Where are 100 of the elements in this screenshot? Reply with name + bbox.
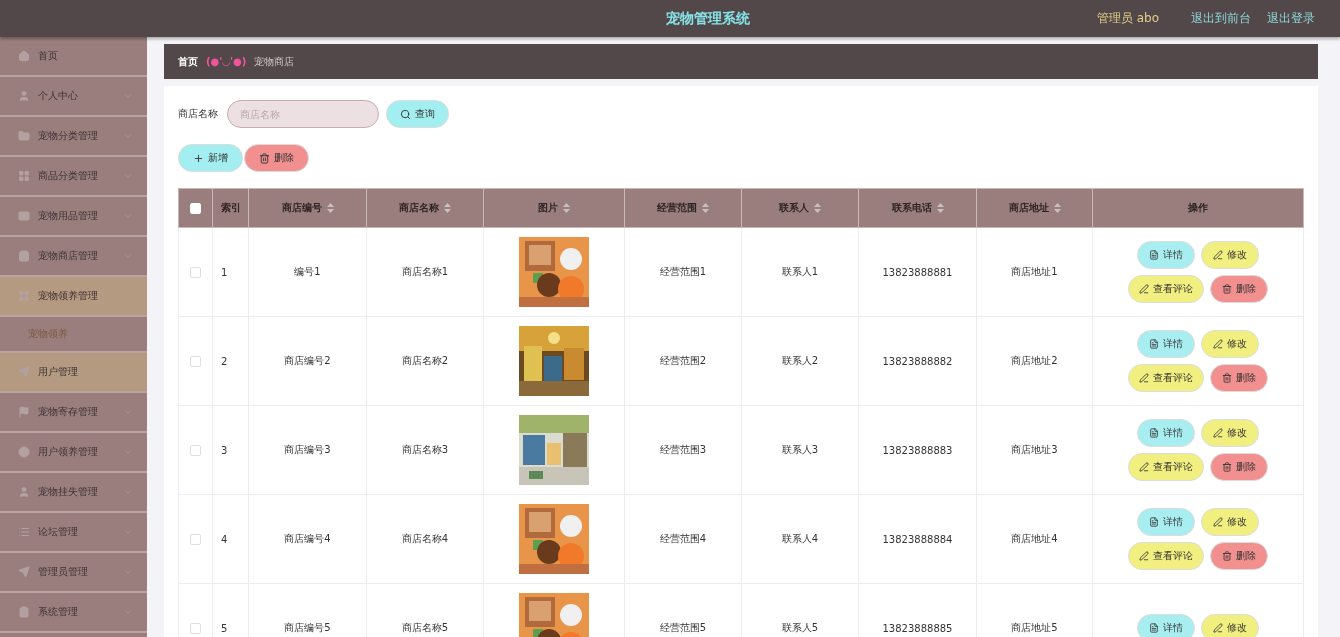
action-button[interactable]: 修改 [1201,241,1259,269]
user-label: 管理员 abo [1096,10,1159,27]
table-cell: 经营范围2 [624,316,742,406]
document-icon [1149,517,1159,527]
search-icon [400,108,411,120]
sort-icon[interactable] [563,203,570,213]
table-cell: 13823888884 [858,494,977,584]
action-button[interactable]: 查看评论 [1128,364,1204,392]
app-title: 宠物管理系统 [665,9,752,28]
pen-icon [1139,373,1149,383]
column-header[interactable]: 联系电话 [858,188,977,228]
trash-icon [1222,284,1232,294]
sort-icon[interactable] [326,203,334,213]
action-button[interactable]: 查看评论 [1128,453,1204,481]
action-button[interactable]: 详情 [1137,508,1195,536]
pen-icon [1213,339,1223,349]
table-cell: 联系人1 [741,227,859,317]
action-button[interactable]: 修改 [1201,508,1259,536]
pen-icon [1139,284,1149,294]
action-button[interactable]: 删除 [1210,453,1268,481]
action-button[interactable]: 详情 [1137,330,1195,358]
table-cell: 商店编号4 [248,494,367,584]
table-cell: 商店名称4 [366,494,484,584]
breadcrumb-link[interactable]: 首页 [178,54,198,69]
add-button[interactable]: 新增 [178,144,243,172]
checkbox[interactable] [190,622,201,634]
pen-icon [1213,517,1223,527]
table-cell: 编号1 [248,227,367,317]
table-cell: 商店名称3 [366,405,484,495]
header-link[interactable]: 退出登录 [1267,10,1315,27]
checkbox[interactable] [190,266,201,278]
trash-icon [1222,462,1232,472]
pen-icon [1213,250,1223,260]
checkbox[interactable] [190,533,201,545]
table-cell: 商店地址2 [976,316,1093,406]
search-button[interactable]: 查询 [386,100,449,128]
pen-icon [1213,623,1223,633]
pen-icon [1139,551,1149,561]
action-button[interactable]: 删除 [1210,275,1268,303]
column-header[interactable]: 商店名称 [366,188,484,228]
user-icon [18,90,30,102]
table-cell: 经营范围4 [624,494,742,584]
column-header[interactable]: 商店地址 [976,188,1093,228]
sort-icon[interactable] [444,203,451,213]
table-cell: 联系人3 [741,405,859,495]
action-button[interactable]: 详情 [1137,614,1195,637]
table-cell: 经营范围3 [624,405,742,495]
table-cell: 4 [212,494,249,584]
header-link[interactable]: 退出到前台 [1191,10,1251,27]
action-button[interactable]: 修改 [1201,614,1259,637]
column-header[interactable]: 商店编号 [248,188,367,228]
column-header[interactable]: 索引 [212,188,249,228]
column-header[interactable]: 操作 [1092,188,1304,228]
flag-icon [18,406,30,418]
checkbox[interactable] [190,355,201,367]
action-button[interactable]: 修改 [1201,330,1259,358]
table-cell: 商店地址4 [976,494,1093,584]
sort-icon[interactable] [702,203,709,213]
send-icon [18,566,30,578]
table-cell: 经营范围1 [624,227,742,317]
table-cell: 1 [212,227,249,317]
table-cell: 商店名称2 [366,316,484,406]
sort-icon[interactable] [936,203,944,213]
table-cell: 商店编号2 [248,316,367,406]
document-icon [1149,623,1159,633]
table-cell: 3 [212,405,249,495]
table-cell: 13823888883 [858,405,977,495]
column-header[interactable]: 图片 [483,188,625,228]
folder-icon [18,130,30,142]
column-header[interactable]: 联系人 [741,188,859,228]
sidebar-item[interactable]: 用户管理 [0,353,147,393]
action-button[interactable]: 详情 [1137,419,1195,447]
send-icon [18,366,30,378]
document-icon [1149,428,1159,438]
sort-icon[interactable] [814,203,821,213]
grid-icon [18,170,30,182]
action-button[interactable]: 查看评论 [1128,542,1204,570]
action-button[interactable]: 删除 [1210,364,1268,392]
table-cell: 13823888882 [858,316,977,406]
table-cell: 13823888881 [858,227,977,317]
table-cell: 商店名称1 [366,227,484,317]
user-icon [18,486,30,498]
table-cell: 商店编号3 [248,405,367,495]
trash-icon [1222,373,1232,383]
action-button[interactable]: 详情 [1137,241,1195,269]
search-label: 商店名称 [178,107,218,121]
table-cell: 联系人2 [741,316,859,406]
plus-icon [193,152,204,164]
action-button[interactable]: 查看评论 [1128,275,1204,303]
table-cell: 商店地址3 [976,405,1093,495]
action-button[interactable]: 删除 [1210,542,1268,570]
column-header[interactable]: 经营范围 [624,188,742,228]
pen-icon [1139,462,1149,472]
sort-icon[interactable] [1053,203,1061,213]
checkbox[interactable] [190,444,201,456]
list-icon [18,526,30,538]
sidebar-item[interactable]: 宠物领养管理 [0,277,147,317]
delete-button[interactable]: 删除 [244,144,309,172]
breadcrumb-current: 宠物商店 [254,54,295,69]
action-button[interactable]: 修改 [1201,419,1259,447]
